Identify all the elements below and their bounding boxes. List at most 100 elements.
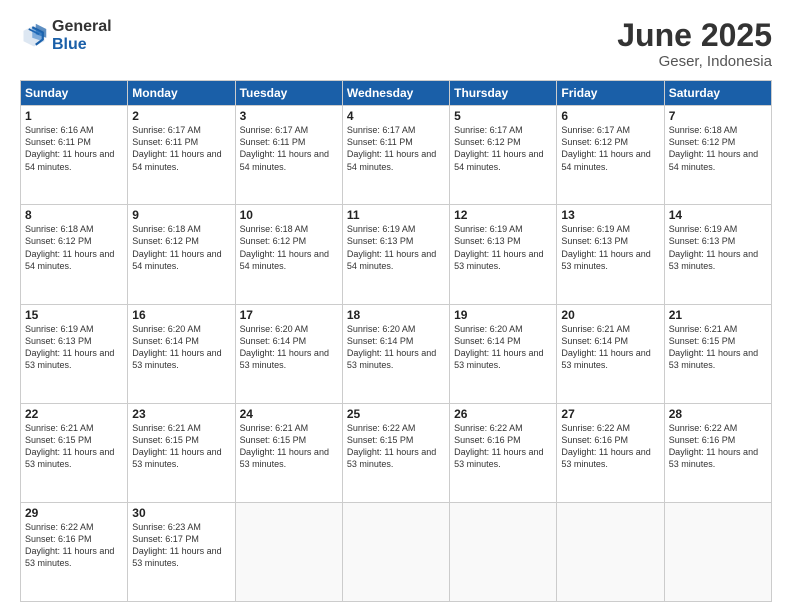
day-info: Sunrise: 6:19 AMSunset: 6:13 PMDaylight:… xyxy=(347,224,436,270)
table-row: 23 Sunrise: 6:21 AMSunset: 6:15 PMDaylig… xyxy=(128,403,235,502)
day-info: Sunrise: 6:21 AMSunset: 6:15 PMDaylight:… xyxy=(240,423,329,469)
day-info: Sunrise: 6:22 AMSunset: 6:16 PMDaylight:… xyxy=(669,423,758,469)
day-number: 21 xyxy=(669,308,767,322)
day-info: Sunrise: 6:20 AMSunset: 6:14 PMDaylight:… xyxy=(240,324,329,370)
calendar-title: June 2025 xyxy=(617,18,772,53)
day-info: Sunrise: 6:17 AMSunset: 6:12 PMDaylight:… xyxy=(561,125,650,171)
calendar-row: 15 Sunrise: 6:19 AMSunset: 6:13 PMDaylig… xyxy=(21,304,772,403)
day-number: 4 xyxy=(347,109,445,123)
day-number: 9 xyxy=(132,208,230,222)
table-row: 5 Sunrise: 6:17 AMSunset: 6:12 PMDayligh… xyxy=(450,106,557,205)
table-row xyxy=(557,502,664,601)
day-number: 16 xyxy=(132,308,230,322)
title-block: June 2025 Geser, Indonesia xyxy=(617,18,772,70)
day-info: Sunrise: 6:19 AMSunset: 6:13 PMDaylight:… xyxy=(454,224,543,270)
day-number: 24 xyxy=(240,407,338,421)
logo: General Blue xyxy=(20,18,112,53)
day-info: Sunrise: 6:17 AMSunset: 6:12 PMDaylight:… xyxy=(454,125,543,171)
col-saturday: Saturday xyxy=(664,81,771,106)
col-tuesday: Tuesday xyxy=(235,81,342,106)
day-info: Sunrise: 6:21 AMSunset: 6:14 PMDaylight:… xyxy=(561,324,650,370)
table-row: 18 Sunrise: 6:20 AMSunset: 6:14 PMDaylig… xyxy=(342,304,449,403)
day-number: 12 xyxy=(454,208,552,222)
table-row xyxy=(342,502,449,601)
table-row: 3 Sunrise: 6:17 AMSunset: 6:11 PMDayligh… xyxy=(235,106,342,205)
table-row: 15 Sunrise: 6:19 AMSunset: 6:13 PMDaylig… xyxy=(21,304,128,403)
calendar-row: 1 Sunrise: 6:16 AMSunset: 6:11 PMDayligh… xyxy=(21,106,772,205)
header: General Blue June 2025 Geser, Indonesia xyxy=(20,18,772,70)
day-info: Sunrise: 6:22 AMSunset: 6:16 PMDaylight:… xyxy=(454,423,543,469)
day-info: Sunrise: 6:23 AMSunset: 6:17 PMDaylight:… xyxy=(132,522,221,568)
page: General Blue June 2025 Geser, Indonesia … xyxy=(0,0,792,612)
day-info: Sunrise: 6:18 AMSunset: 6:12 PMDaylight:… xyxy=(669,125,758,171)
day-number: 13 xyxy=(561,208,659,222)
day-number: 11 xyxy=(347,208,445,222)
day-number: 30 xyxy=(132,506,230,520)
day-info: Sunrise: 6:22 AMSunset: 6:16 PMDaylight:… xyxy=(25,522,114,568)
day-info: Sunrise: 6:17 AMSunset: 6:11 PMDaylight:… xyxy=(347,125,436,171)
col-sunday: Sunday xyxy=(21,81,128,106)
day-info: Sunrise: 6:18 AMSunset: 6:12 PMDaylight:… xyxy=(25,224,114,270)
day-number: 14 xyxy=(669,208,767,222)
table-row xyxy=(235,502,342,601)
header-row: Sunday Monday Tuesday Wednesday Thursday… xyxy=(21,81,772,106)
day-info: Sunrise: 6:21 AMSunset: 6:15 PMDaylight:… xyxy=(25,423,114,469)
table-row: 19 Sunrise: 6:20 AMSunset: 6:14 PMDaylig… xyxy=(450,304,557,403)
day-info: Sunrise: 6:21 AMSunset: 6:15 PMDaylight:… xyxy=(132,423,221,469)
table-row: 28 Sunrise: 6:22 AMSunset: 6:16 PMDaylig… xyxy=(664,403,771,502)
logo-icon xyxy=(20,22,48,50)
day-number: 23 xyxy=(132,407,230,421)
table-row: 12 Sunrise: 6:19 AMSunset: 6:13 PMDaylig… xyxy=(450,205,557,304)
table-row: 25 Sunrise: 6:22 AMSunset: 6:15 PMDaylig… xyxy=(342,403,449,502)
table-row: 16 Sunrise: 6:20 AMSunset: 6:14 PMDaylig… xyxy=(128,304,235,403)
table-row: 27 Sunrise: 6:22 AMSunset: 6:16 PMDaylig… xyxy=(557,403,664,502)
day-number: 2 xyxy=(132,109,230,123)
calendar-subtitle: Geser, Indonesia xyxy=(617,53,772,70)
table-row: 22 Sunrise: 6:21 AMSunset: 6:15 PMDaylig… xyxy=(21,403,128,502)
logo-text: General Blue xyxy=(52,18,112,53)
table-row: 14 Sunrise: 6:19 AMSunset: 6:13 PMDaylig… xyxy=(664,205,771,304)
day-info: Sunrise: 6:16 AMSunset: 6:11 PMDaylight:… xyxy=(25,125,114,171)
day-info: Sunrise: 6:22 AMSunset: 6:16 PMDaylight:… xyxy=(561,423,650,469)
logo-general-text: General xyxy=(52,18,112,36)
day-number: 7 xyxy=(669,109,767,123)
table-row: 6 Sunrise: 6:17 AMSunset: 6:12 PMDayligh… xyxy=(557,106,664,205)
day-info: Sunrise: 6:20 AMSunset: 6:14 PMDaylight:… xyxy=(132,324,221,370)
col-friday: Friday xyxy=(557,81,664,106)
table-row: 26 Sunrise: 6:22 AMSunset: 6:16 PMDaylig… xyxy=(450,403,557,502)
day-number: 18 xyxy=(347,308,445,322)
day-number: 1 xyxy=(25,109,123,123)
calendar-row: 22 Sunrise: 6:21 AMSunset: 6:15 PMDaylig… xyxy=(21,403,772,502)
day-number: 20 xyxy=(561,308,659,322)
table-row: 8 Sunrise: 6:18 AMSunset: 6:12 PMDayligh… xyxy=(21,205,128,304)
logo-blue-text: Blue xyxy=(52,36,112,54)
table-row: 21 Sunrise: 6:21 AMSunset: 6:15 PMDaylig… xyxy=(664,304,771,403)
day-number: 27 xyxy=(561,407,659,421)
day-number: 8 xyxy=(25,208,123,222)
day-info: Sunrise: 6:19 AMSunset: 6:13 PMDaylight:… xyxy=(561,224,650,270)
day-number: 25 xyxy=(347,407,445,421)
col-wednesday: Wednesday xyxy=(342,81,449,106)
day-number: 3 xyxy=(240,109,338,123)
day-info: Sunrise: 6:22 AMSunset: 6:15 PMDaylight:… xyxy=(347,423,436,469)
col-thursday: Thursday xyxy=(450,81,557,106)
col-monday: Monday xyxy=(128,81,235,106)
day-info: Sunrise: 6:19 AMSunset: 6:13 PMDaylight:… xyxy=(669,224,758,270)
table-row: 4 Sunrise: 6:17 AMSunset: 6:11 PMDayligh… xyxy=(342,106,449,205)
table-row: 1 Sunrise: 6:16 AMSunset: 6:11 PMDayligh… xyxy=(21,106,128,205)
table-row: 10 Sunrise: 6:18 AMSunset: 6:12 PMDaylig… xyxy=(235,205,342,304)
day-number: 17 xyxy=(240,308,338,322)
day-info: Sunrise: 6:19 AMSunset: 6:13 PMDaylight:… xyxy=(25,324,114,370)
day-number: 29 xyxy=(25,506,123,520)
day-info: Sunrise: 6:20 AMSunset: 6:14 PMDaylight:… xyxy=(454,324,543,370)
table-row: 7 Sunrise: 6:18 AMSunset: 6:12 PMDayligh… xyxy=(664,106,771,205)
day-info: Sunrise: 6:21 AMSunset: 6:15 PMDaylight:… xyxy=(669,324,758,370)
calendar-table: Sunday Monday Tuesday Wednesday Thursday… xyxy=(20,80,772,602)
day-info: Sunrise: 6:18 AMSunset: 6:12 PMDaylight:… xyxy=(132,224,221,270)
calendar-row: 8 Sunrise: 6:18 AMSunset: 6:12 PMDayligh… xyxy=(21,205,772,304)
table-row: 24 Sunrise: 6:21 AMSunset: 6:15 PMDaylig… xyxy=(235,403,342,502)
table-row: 20 Sunrise: 6:21 AMSunset: 6:14 PMDaylig… xyxy=(557,304,664,403)
table-row xyxy=(664,502,771,601)
table-row: 9 Sunrise: 6:18 AMSunset: 6:12 PMDayligh… xyxy=(128,205,235,304)
day-number: 10 xyxy=(240,208,338,222)
